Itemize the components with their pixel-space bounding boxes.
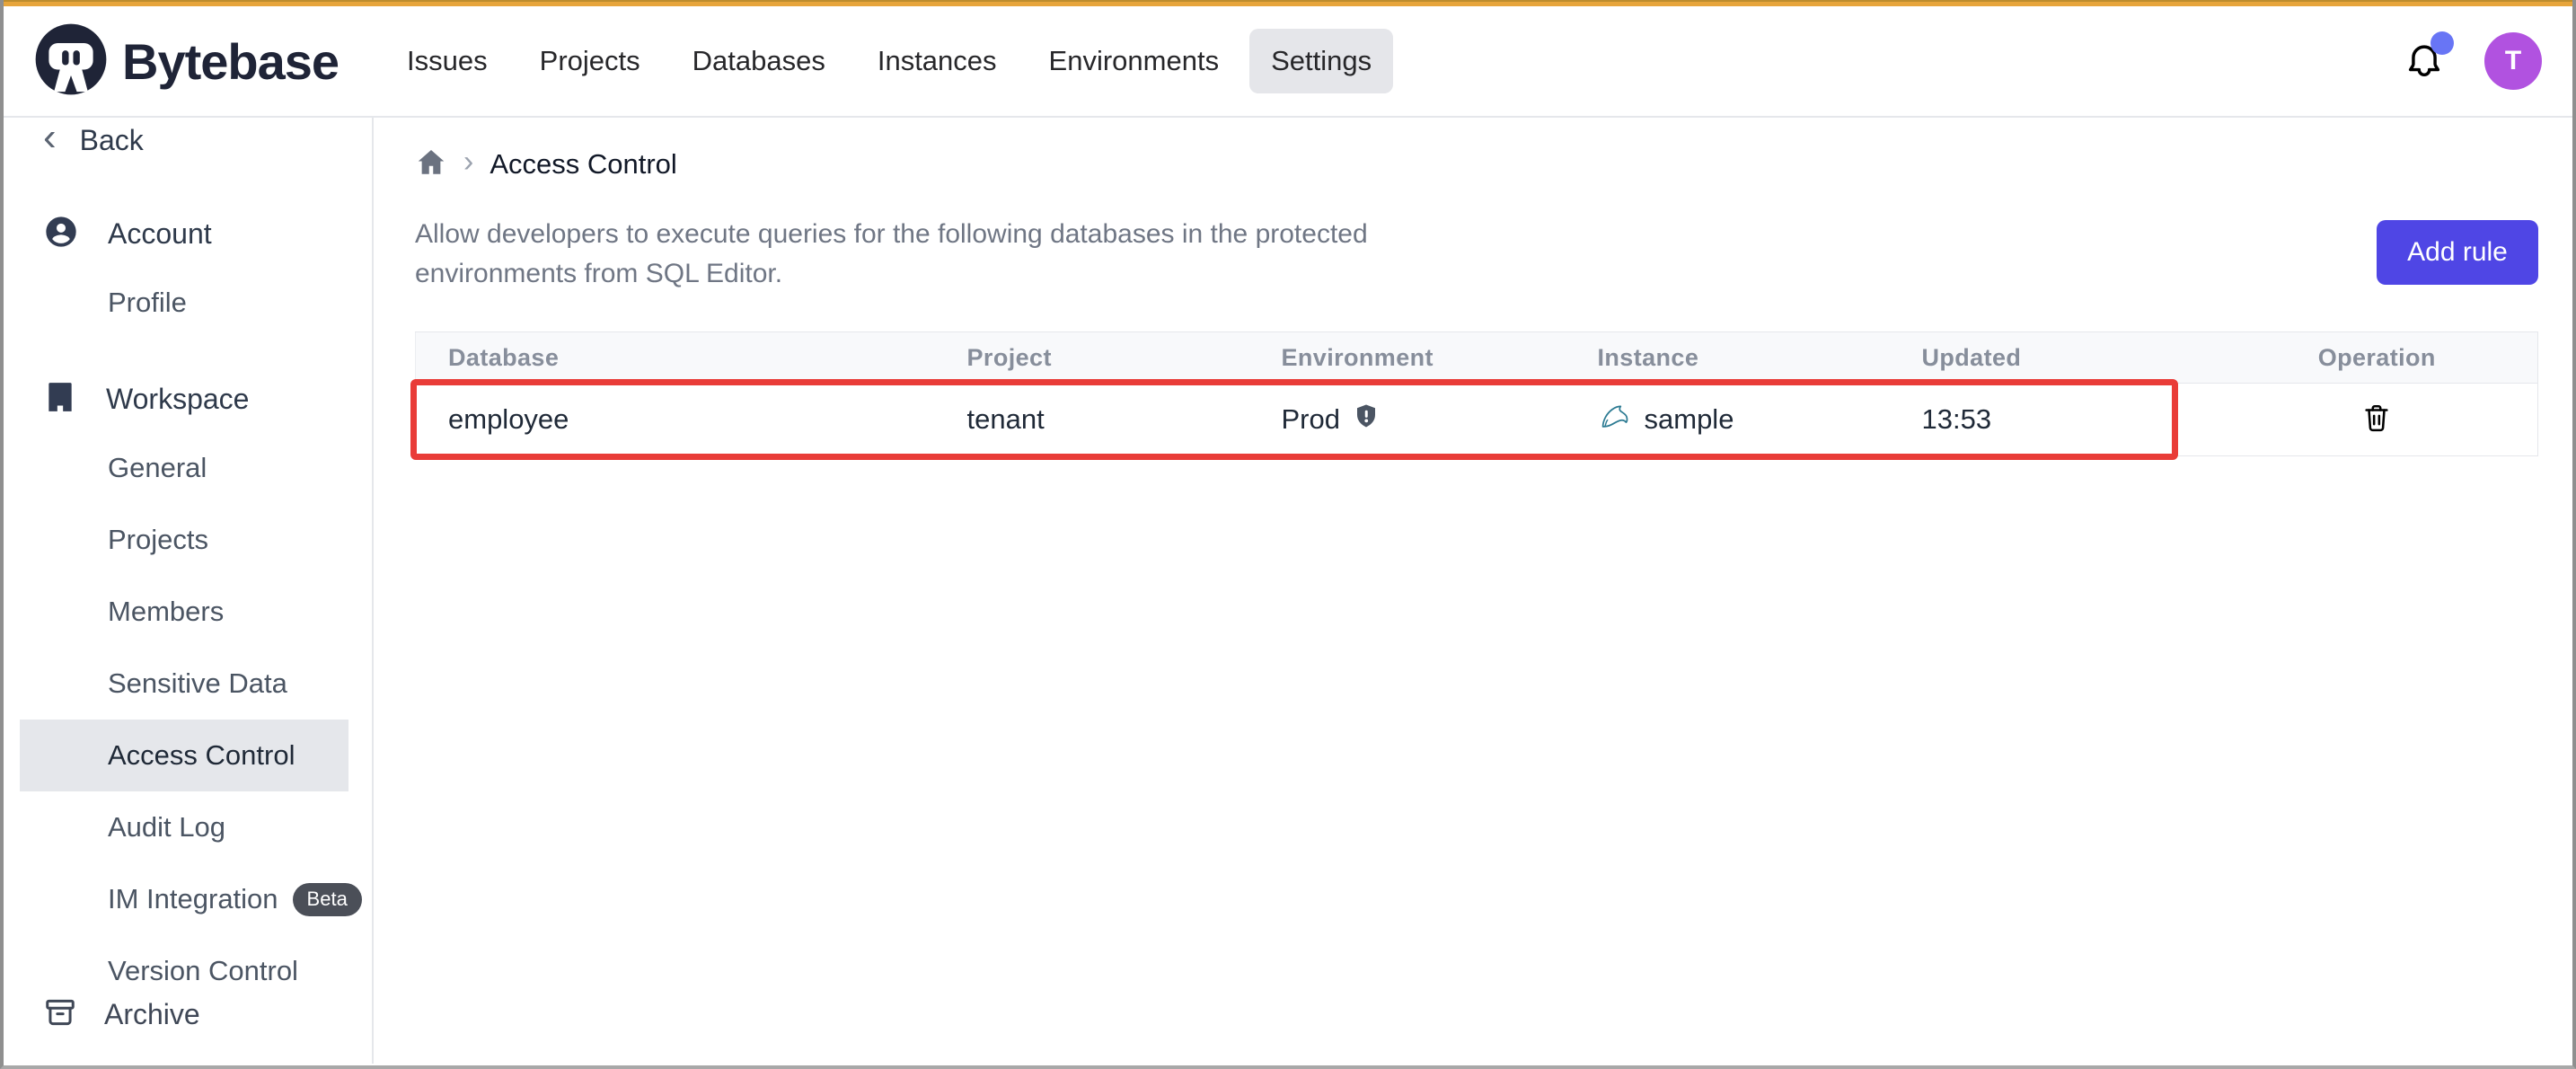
archive-icon [43, 995, 77, 1034]
table-header-row: Database Project Environment Instance Up… [416, 332, 2538, 384]
col-header-instance: Instance [1566, 332, 1890, 384]
notification-bell-button[interactable] [2404, 39, 2445, 84]
col-header-environment: Environment [1249, 332, 1566, 384]
section-label-workspace: Workspace [106, 383, 249, 416]
sidebar-item-sensitive-data[interactable]: Sensitive Data [4, 648, 372, 720]
nav-item-instances[interactable]: Instances [856, 29, 1019, 93]
sidebar-item-archive[interactable]: Archive [4, 981, 372, 1047]
sidebar-item-im-integration[interactable]: IM Integration Beta [4, 863, 372, 935]
im-integration-label: IM Integration [108, 883, 278, 915]
nav-item-projects[interactable]: Projects [518, 29, 662, 93]
brand-name: Bytebase [122, 32, 339, 91]
breadcrumb-current: Access Control [490, 148, 676, 181]
sidebar-section-workspace: Workspace [4, 366, 372, 432]
cell-project: tenant [935, 384, 1249, 456]
settings-sidebar: ‹ Back Account Profile Workspace [4, 118, 374, 1064]
col-header-updated: Updated [1890, 332, 2217, 384]
trash-icon [2361, 402, 2392, 434]
access-control-page: › Access Control Allow developers to exe… [374, 118, 2576, 1064]
main-nav-links: Issues Projects Databases Instances Envi… [385, 29, 1393, 93]
sidebar-item-profile[interactable]: Profile [4, 267, 372, 339]
sidebar-section-account: Account [4, 200, 372, 267]
cell-database: employee [416, 384, 935, 456]
notification-dot [2430, 31, 2454, 55]
add-rule-button[interactable]: Add rule [2377, 220, 2538, 285]
sidebar-item-audit-log[interactable]: Audit Log [4, 791, 372, 863]
col-header-database: Database [416, 332, 935, 384]
cell-instance: sample [1566, 384, 1890, 456]
col-header-project: Project [935, 332, 1249, 384]
topnav-right-cluster: T [2404, 32, 2542, 90]
access-rules-table: Database Project Environment Instance Up… [415, 331, 2538, 456]
section-label-account: Account [108, 217, 212, 251]
bytebase-app-window: Bytebase Issues Projects Databases Insta… [0, 0, 2576, 1069]
sidebar-back-button[interactable]: ‹ Back [4, 118, 372, 173]
nav-item-databases[interactable]: Databases [671, 29, 847, 93]
user-icon [43, 214, 79, 254]
nav-item-environments[interactable]: Environments [1028, 29, 1241, 93]
sidebar-item-members[interactable]: Members [4, 576, 372, 648]
delete-rule-button[interactable] [2358, 398, 2395, 440]
cell-updated: 13:53 [1890, 384, 2217, 456]
bytebase-logo-icon [34, 22, 108, 101]
environment-label: Prod [1282, 403, 1340, 436]
breadcrumb: › Access Control [415, 143, 2538, 186]
top-accent-bar [4, 0, 2572, 6]
building-icon [43, 379, 77, 420]
top-navigation-bar: Bytebase Issues Projects Databases Insta… [4, 6, 2572, 118]
sidebar-item-projects[interactable]: Projects [4, 504, 372, 576]
shield-exclamation-icon [1353, 402, 1380, 437]
nav-item-issues[interactable]: Issues [385, 29, 509, 93]
sidebar-item-general[interactable]: General [4, 432, 372, 504]
table-row[interactable]: employee tenant Prod [416, 384, 2538, 456]
cell-operation [2217, 384, 2538, 456]
page-description: Allow developers to execute queries for … [415, 215, 1484, 294]
chevron-right-icon: › [463, 146, 473, 177]
mysql-dolphin-icon [1598, 399, 1632, 440]
nav-item-settings[interactable]: Settings [1249, 29, 1393, 93]
beta-badge: Beta [293, 883, 362, 916]
cell-environment: Prod [1249, 384, 1566, 456]
chevron-left-icon: ‹ [43, 118, 57, 157]
archive-label: Archive [104, 998, 200, 1031]
back-label: Back [80, 124, 144, 157]
access-rules-table-wrap: Database Project Environment Instance Up… [415, 331, 2538, 456]
home-icon[interactable] [415, 146, 447, 183]
user-avatar[interactable]: T [2484, 32, 2542, 90]
instance-label: sample [1645, 403, 1734, 436]
bytebase-logo[interactable]: Bytebase [34, 22, 339, 101]
sidebar-item-access-control[interactable]: Access Control [20, 720, 348, 791]
col-header-operation: Operation [2217, 332, 2538, 384]
